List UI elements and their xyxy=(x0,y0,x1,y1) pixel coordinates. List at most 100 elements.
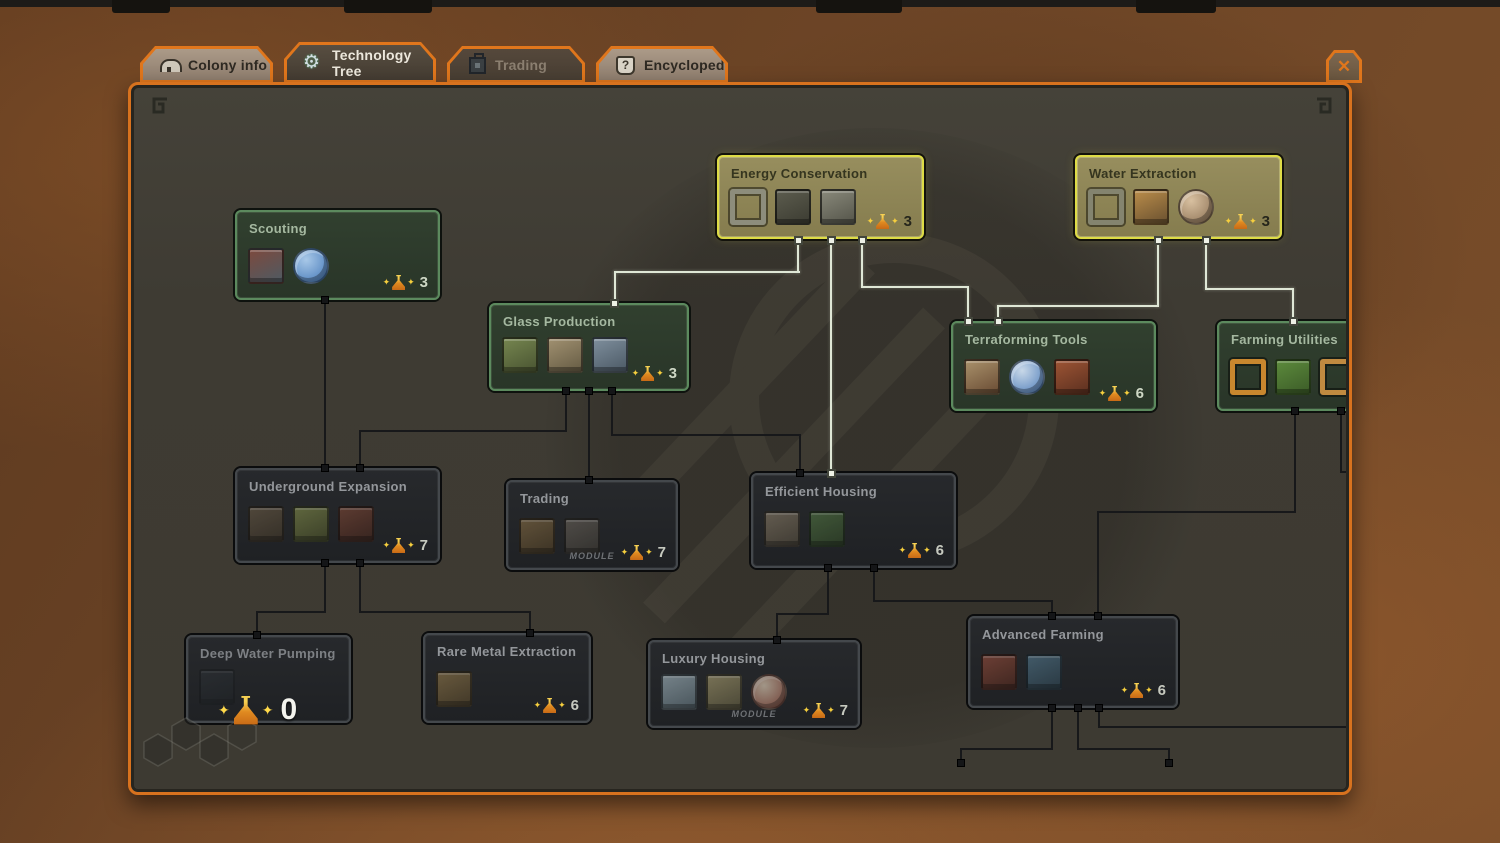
water-extractor-icon xyxy=(1133,189,1169,225)
sparkle-icon: ✦ xyxy=(383,278,391,287)
tech-node-farming-utilities[interactable]: Farming Utilities xyxy=(1217,321,1346,411)
link-connector-dark xyxy=(1048,612,1056,620)
tech-node-title: Efficient Housing xyxy=(765,484,877,499)
tab-encyclopedia[interactable]: ?Encyclopedia xyxy=(596,46,728,83)
frame-foundation-icon xyxy=(730,189,766,225)
link-connector-white xyxy=(827,469,836,478)
tech-tree-viewport[interactable]: Scouting✦✦3Energy Conservation✦✦3Water E… xyxy=(134,88,1346,789)
tech-node-underground-expansion[interactable]: Underground Expansion✦✦7 xyxy=(235,468,440,563)
link-connector-dark xyxy=(1094,612,1102,620)
vault-icon xyxy=(248,506,284,542)
research-cost-badge: ✦✦3 xyxy=(383,274,428,291)
main-panel: Scouting✦✦3Energy Conservation✦✦3Water E… xyxy=(128,82,1352,795)
tech-node-scouting[interactable]: Scouting✦✦3 xyxy=(235,210,440,300)
tech-link-dark xyxy=(1098,726,1346,728)
tech-node-icons xyxy=(661,674,787,710)
research-flask-icon xyxy=(876,214,889,229)
tech-node-efficient-housing[interactable]: Efficient Housing ✦✦6 xyxy=(751,473,956,568)
tech-node-title: Luxury Housing xyxy=(662,651,765,666)
research-flask-icon xyxy=(1130,683,1143,698)
link-connector-white xyxy=(610,299,619,308)
technology-gear-icon: ⚙ xyxy=(303,54,323,72)
sparkle-icon: ✦ xyxy=(558,701,566,710)
sparkle-icon: ✦ xyxy=(1145,686,1153,695)
tech-link-white xyxy=(861,286,968,288)
link-connector-white xyxy=(964,317,973,326)
research-cost-badge: ✦✦3 xyxy=(632,365,677,382)
tech-node-title: Underground Expansion xyxy=(249,479,407,494)
tech-node-icons xyxy=(248,506,374,542)
research-cost-value: 7 xyxy=(658,544,666,561)
top-notch xyxy=(344,0,432,13)
tech-link-dark xyxy=(1340,471,1346,473)
tech-node-water-extraction[interactable]: Water Extraction✦✦3 xyxy=(1075,155,1282,239)
pipe-frame-icon xyxy=(1088,189,1124,225)
link-connector-white xyxy=(858,236,867,245)
tech-link-dark xyxy=(1077,708,1079,750)
tech-node-title: Energy Conservation xyxy=(731,166,867,181)
research-cost-badge: ✦✦6 xyxy=(1099,385,1144,402)
power-unit-icon xyxy=(820,189,856,225)
tech-link-dark xyxy=(1294,411,1296,513)
sparkle-icon: ✦ xyxy=(899,546,907,555)
apartment-icon xyxy=(661,674,697,710)
sand-collector-icon xyxy=(502,337,538,373)
tech-node-energy-conservation[interactable]: Energy Conservation✦✦3 xyxy=(717,155,924,239)
research-cost-value: 6 xyxy=(1158,682,1166,699)
tech-node-glass-production[interactable]: Glass Production ✦✦3 xyxy=(489,303,689,391)
link-connector-white xyxy=(827,236,836,245)
tech-node-rare-metal-extraction[interactable]: Rare Metal Extraction✦✦6 xyxy=(423,633,591,723)
tab-technology-tree[interactable]: ⚙Technology Tree xyxy=(284,42,436,83)
link-connector-dark xyxy=(824,564,832,572)
link-connector-dark xyxy=(773,636,781,644)
research-flask-icon xyxy=(392,538,405,553)
research-cost-value: 7 xyxy=(840,702,848,719)
tech-node-advanced-farming[interactable]: Advanced Farming✦✦6 xyxy=(968,616,1178,708)
sparkle-icon: ✦ xyxy=(632,369,640,378)
greenhouse-sign-icon xyxy=(1275,359,1311,395)
terraform-mech-icon xyxy=(1054,359,1090,395)
top-notch xyxy=(112,0,170,13)
terra-sphere-icon xyxy=(1009,359,1045,395)
tech-node-icons xyxy=(764,511,845,547)
sparkle-icon: ✦ xyxy=(621,548,629,557)
close-button[interactable]: ✕ xyxy=(1326,50,1362,83)
link-connector-dark xyxy=(608,387,616,395)
tech-link-dark xyxy=(827,568,829,615)
tab-trading[interactable]: Trading xyxy=(447,46,585,83)
research-flask-icon xyxy=(1234,214,1247,229)
sparkle-icon: ✦ xyxy=(1123,389,1131,398)
tech-link-white xyxy=(1205,239,1207,290)
tech-link-dark xyxy=(960,748,1053,750)
metal-rig-icon xyxy=(436,671,472,707)
tech-node-title: Farming Utilities xyxy=(1231,332,1338,347)
link-connector-dark xyxy=(526,629,534,637)
tech-link-dark xyxy=(611,391,613,436)
scout-rover-icon xyxy=(248,248,284,284)
link-connector-dark xyxy=(321,559,329,567)
research-cost-badge: ✦✦7 xyxy=(803,702,848,719)
tech-link-dark xyxy=(565,391,567,432)
sparkle-icon: ✦ xyxy=(645,548,653,557)
tab-label: Colony info xyxy=(188,57,267,73)
tech-link-dark xyxy=(359,430,567,432)
ore-pot-icon xyxy=(338,506,374,542)
field-plot-icon xyxy=(1230,359,1266,395)
antenna-hab-icon xyxy=(809,511,845,547)
tech-node-trading[interactable]: TradingMODULE✦✦7 xyxy=(506,480,678,570)
link-connector-dark xyxy=(585,476,593,484)
tech-node-icons xyxy=(519,518,600,554)
trading-lantern-lock-icon xyxy=(466,56,486,74)
sparkle-icon: ✦ xyxy=(383,541,391,550)
research-cost-value: 6 xyxy=(571,697,579,714)
link-connector-dark xyxy=(957,759,965,767)
tab-colony-info[interactable]: Colony info xyxy=(140,46,273,83)
research-cost-badge: ✦✦6 xyxy=(899,542,944,559)
tech-node-icons xyxy=(248,248,329,284)
colony-dome-icon xyxy=(159,56,179,74)
tech-node-terraforming-tools[interactable]: Terraforming Tools✦✦6 xyxy=(951,321,1156,411)
research-flask-icon xyxy=(234,696,258,725)
tech-node-title: Glass Production xyxy=(503,314,615,329)
tech-node-luxury-housing[interactable]: Luxury HousingMODULE✦✦7 xyxy=(648,640,860,728)
tech-link-dark xyxy=(359,430,361,468)
